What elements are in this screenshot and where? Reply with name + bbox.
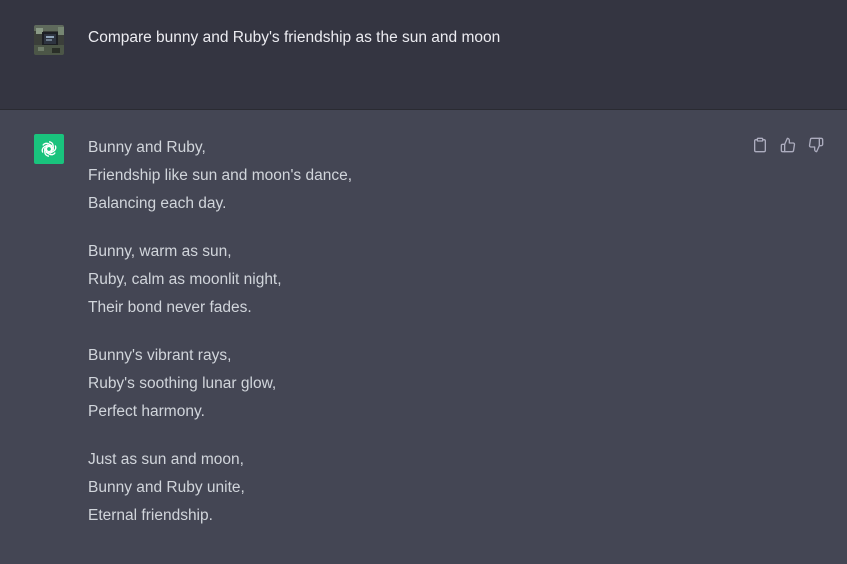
openai-logo-icon — [40, 141, 58, 157]
poem-stanza: Bunny and Ruby, Friendship like sun and … — [88, 138, 352, 222]
poem-line: Eternal friendship. — [88, 507, 213, 524]
user-message-row: Compare bunny and Ruby's friendship as t… — [0, 0, 847, 110]
message-actions — [751, 136, 825, 154]
copy-button[interactable] — [751, 136, 769, 154]
poem-line: Bunny, warm as sun, — [88, 243, 232, 260]
poem-line: Bunny and Ruby, — [88, 139, 206, 156]
poem-line: Bunny and Ruby unite, — [88, 479, 245, 496]
user-avatar — [34, 25, 64, 55]
poem-stanza: Bunny's vibrant rays, Ruby's soothing lu… — [88, 346, 352, 430]
poem-stanza: Just as sun and moon, Bunny and Ruby uni… — [88, 450, 352, 534]
thumbs-up-icon — [780, 137, 796, 153]
poem-line: Ruby's soothing lunar glow, — [88, 375, 277, 392]
poem-line: Their bond never fades. — [88, 299, 252, 316]
poem-line: Perfect harmony. — [88, 403, 205, 420]
poem-line: Balancing each day. — [88, 195, 227, 212]
assistant-message-row: Bunny and Ruby, Friendship like sun and … — [0, 110, 847, 564]
user-photo-avatar-icon — [34, 25, 64, 55]
assistant-poem: Bunny and Ruby, Friendship like sun and … — [88, 138, 352, 554]
poem-line: Just as sun and moon, — [88, 451, 244, 468]
thumbs-up-button[interactable] — [779, 136, 797, 154]
thumbs-down-icon — [808, 137, 824, 153]
user-message-text: Compare bunny and Ruby's friendship as t… — [88, 29, 501, 46]
poem-line: Bunny's vibrant rays, — [88, 347, 232, 364]
poem-line: Friendship like sun and moon's dance, — [88, 167, 353, 184]
poem-line: Ruby, calm as moonlit night, — [88, 271, 282, 288]
thumbs-down-button[interactable] — [807, 136, 825, 154]
clipboard-icon — [754, 137, 766, 153]
poem-stanza: Bunny, warm as sun, Ruby, calm as moonli… — [88, 242, 352, 326]
assistant-avatar — [34, 134, 64, 164]
chat-page: Compare bunny and Ruby's friendship as t… — [0, 0, 847, 564]
